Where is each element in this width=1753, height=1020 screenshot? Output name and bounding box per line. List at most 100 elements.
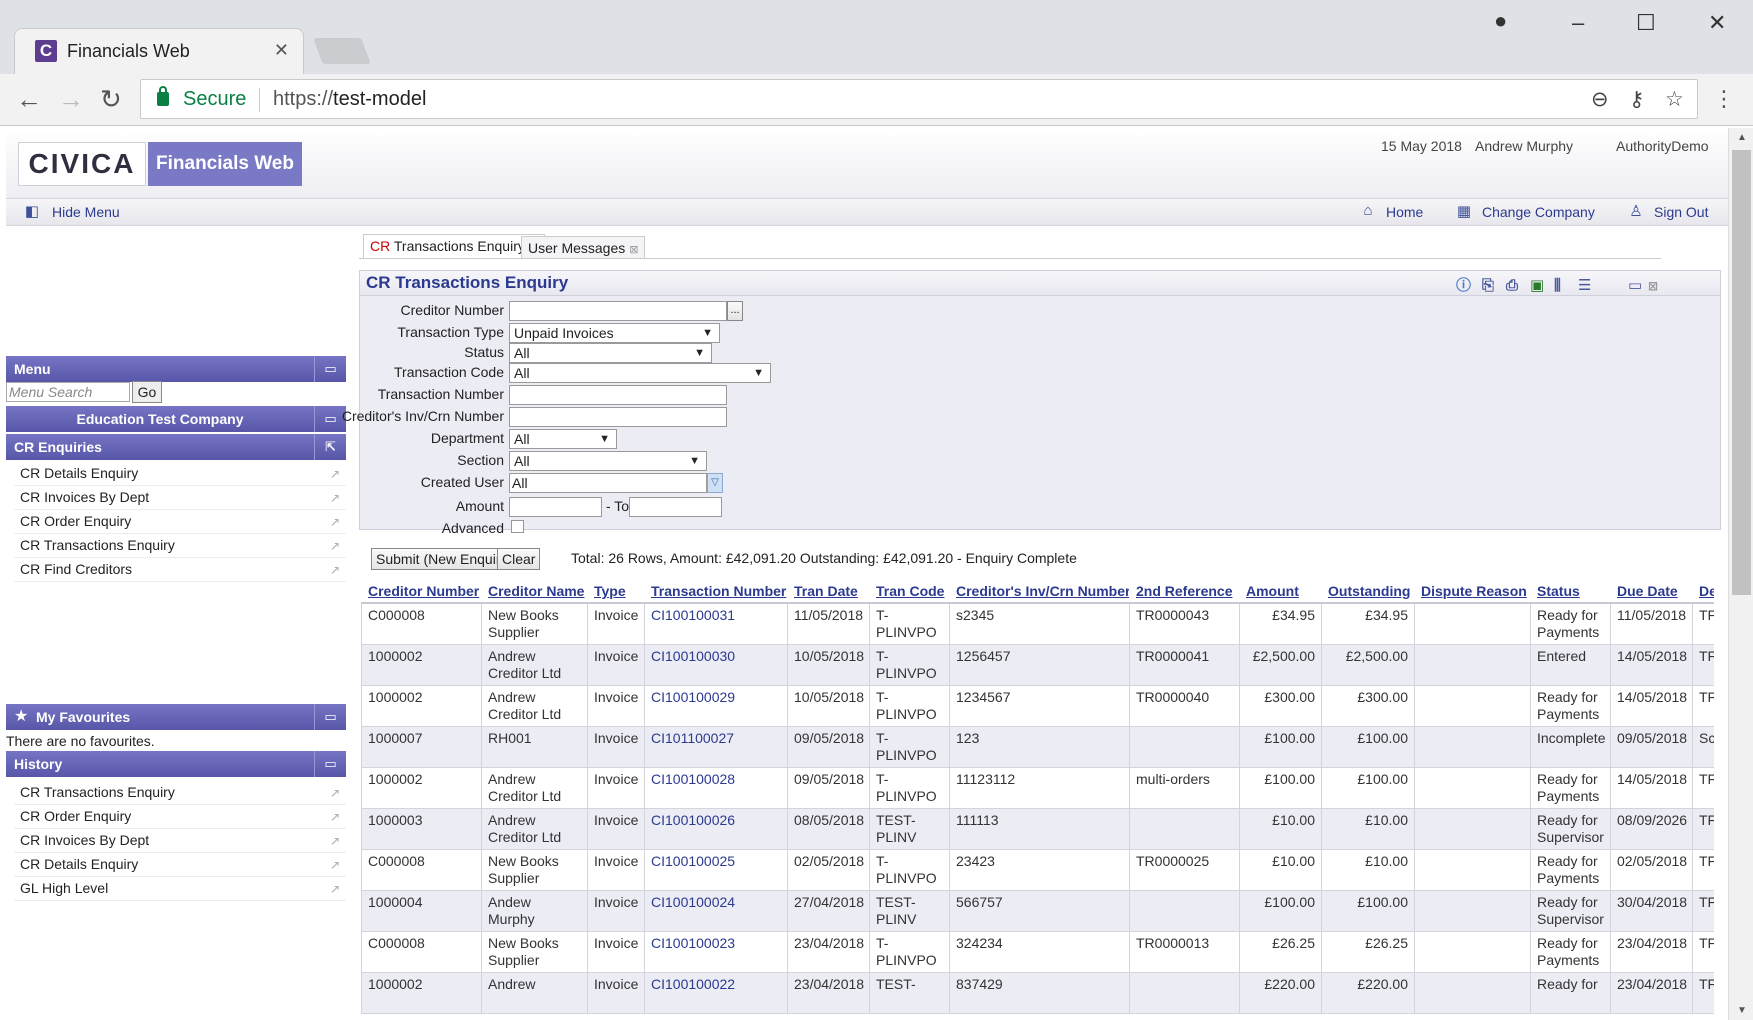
table-row[interactable]: 1000002 Andrew Creditor Ltd Invoice CI10010…: [361, 644, 1714, 686]
history-item-cr-invoices-by-dept[interactable]: CR Invoices By Dept ↗: [14, 829, 346, 853]
tab-user-messages[interactable]: User Messages ⊠: [521, 236, 646, 258]
window-close-icon[interactable]: ✕: [1708, 10, 1726, 36]
department-select[interactable]: All ▼: [509, 429, 617, 449]
filter-toggle-icon[interactable]: ☰: [1578, 274, 1591, 298]
amount-from-input[interactable]: [509, 497, 602, 517]
cr-enquiries-header[interactable]: CR Enquiries ⇱: [6, 434, 346, 460]
history-collapse-icon[interactable]: ▭: [314, 751, 346, 777]
bookmark-star-icon[interactable]: ☆: [1665, 87, 1684, 112]
column-header[interactable]: Due Date: [1610, 580, 1693, 604]
advanced-checkbox[interactable]: [511, 520, 524, 533]
column-header[interactable]: Creditor's Inv/Crn Number: [949, 580, 1130, 604]
transaction-number-link[interactable]: CI100100028: [644, 767, 788, 809]
open-external-icon[interactable]: ↗: [330, 535, 340, 557]
open-external-icon[interactable]: ↗: [330, 559, 340, 581]
company-building-icon[interactable]: ▦: [1454, 202, 1474, 220]
page-scrollbar[interactable]: ▲ ▼: [1728, 128, 1753, 1020]
amount-to-input[interactable]: [629, 497, 722, 517]
transaction-number-link[interactable]: CI100100029: [644, 685, 788, 727]
tab-close-icon[interactable]: ⊠: [629, 244, 638, 256]
menu-item-cr-find-creditors[interactable]: CR Find Creditors ↗: [14, 558, 346, 582]
menu-item-cr-details-enquiry[interactable]: CR Details Enquiry ↗: [14, 462, 346, 486]
reload-icon[interactable]: ↻: [100, 86, 122, 112]
history-item-cr-details-enquiry[interactable]: CR Details Enquiry ↗: [14, 853, 346, 877]
transaction-number-link[interactable]: CI101100027: [644, 726, 788, 768]
transaction-code-select[interactable]: All ▼: [509, 363, 771, 383]
column-header[interactable]: Tran Code: [869, 580, 950, 604]
excel-icon[interactable]: ▣: [1530, 274, 1544, 298]
transaction-type-select[interactable]: Unpaid Invoices ▼: [509, 323, 720, 343]
transaction-number-link[interactable]: CI100100022: [644, 972, 788, 1014]
address-bar[interactable]: Secure https://test-model ⊖ ⚷ ☆: [140, 79, 1698, 119]
transaction-number-input[interactable]: [509, 385, 727, 405]
menu-search-input[interactable]: Menu Search: [6, 382, 130, 402]
tab-close-icon[interactable]: ✕: [274, 40, 289, 61]
scroll-up-icon[interactable]: ▲: [1737, 132, 1747, 143]
export-icon[interactable]: ⎘: [1482, 274, 1494, 298]
open-external-icon[interactable]: ↗: [330, 511, 340, 533]
table-row[interactable]: C000008 New Books Supplier Invoice CI100100…: [361, 602, 1714, 645]
clear-button[interactable]: Clear: [497, 548, 541, 570]
user-filter-icon[interactable]: ▽: [707, 473, 723, 493]
column-header[interactable]: De: [1692, 580, 1714, 604]
column-header[interactable]: Transaction Number: [644, 580, 788, 604]
maximize-icon[interactable]: ☐: [1636, 10, 1656, 36]
menu-search-go-button[interactable]: Go: [132, 381, 162, 403]
transaction-number-link[interactable]: CI100100026: [644, 808, 788, 850]
creditor-lookup-button[interactable]: ...: [727, 301, 743, 321]
open-external-icon[interactable]: ↗: [330, 487, 340, 509]
open-external-icon[interactable]: ↗: [330, 854, 340, 876]
history-item-cr-transactions-enquiry[interactable]: CR Transactions Enquiry ↗: [14, 781, 346, 805]
transaction-number-link[interactable]: CI100100024: [644, 890, 788, 932]
sign-out-link[interactable]: Sign Out: [1654, 204, 1708, 220]
table-row[interactable]: 1000002 Andrew Creditor Ltd Invoice CI10010…: [361, 685, 1714, 727]
transaction-number-link[interactable]: CI100100030: [644, 644, 788, 686]
enquiry-close-icon[interactable]: ⊠: [1648, 274, 1658, 298]
table-row[interactable]: C000008 New Books Supplier Invoice CI100100…: [361, 849, 1714, 891]
open-external-icon[interactable]: ↗: [330, 806, 340, 828]
transaction-number-link[interactable]: CI100100025: [644, 849, 788, 891]
tab-cr-transactions-enquiry[interactable]: CR Transactions Enquiry⊠: [363, 234, 546, 258]
creditor-number-input[interactable]: [509, 301, 727, 321]
sign-out-user-icon[interactable]: ♙: [1626, 202, 1646, 220]
browser-menu-icon[interactable]: ⋮: [1713, 86, 1735, 112]
open-external-icon[interactable]: ↗: [330, 463, 340, 485]
menu-item-cr-invoices-by-dept[interactable]: CR Invoices By Dept ↗: [14, 486, 346, 510]
open-external-icon[interactable]: ↗: [330, 830, 340, 852]
menu-item-cr-transactions-enquiry[interactable]: CR Transactions Enquiry ↗: [14, 534, 346, 558]
table-row[interactable]: C000008 New Books Supplier Invoice CI100100…: [361, 931, 1714, 973]
creditor-inv-input[interactable]: [509, 407, 727, 427]
columns-icon[interactable]: ⫼: [1554, 274, 1561, 298]
browser-tab[interactable]: C Financials Web ✕: [14, 28, 304, 74]
open-external-icon[interactable]: ↗: [330, 878, 340, 900]
table-row[interactable]: 1000004 Andew Murphy Invoice CI100100024 27/…: [361, 890, 1714, 932]
column-header[interactable]: Creditor Name: [481, 580, 588, 604]
column-header[interactable]: Creditor Number: [361, 580, 482, 604]
open-external-icon[interactable]: ↗: [330, 782, 340, 804]
history-item-cr-order-enquiry[interactable]: CR Order Enquiry ↗: [14, 805, 346, 829]
change-company-link[interactable]: Change Company: [1482, 204, 1595, 220]
minimize-icon[interactable]: –: [1572, 10, 1584, 36]
home-link[interactable]: Home: [1386, 204, 1423, 220]
column-header[interactable]: Dispute Reason: [1414, 580, 1531, 604]
url-text[interactable]: https://test-model: [273, 88, 426, 111]
menu-item-cr-order-enquiry[interactable]: CR Order Enquiry ↗: [14, 510, 346, 534]
forward-arrow-icon[interactable]: →: [58, 86, 84, 112]
profile-icon[interactable]: ●: [1494, 8, 1507, 34]
column-header[interactable]: 2nd Reference: [1129, 580, 1240, 604]
column-header[interactable]: Amount: [1239, 580, 1322, 604]
hide-menu-icon[interactable]: ◧: [22, 202, 42, 220]
favourites-collapse-icon[interactable]: ▭: [314, 704, 346, 730]
scrollbar-thumb[interactable]: [1732, 150, 1751, 595]
history-item-gl-high-level[interactable]: GL High Level ↗: [14, 877, 346, 901]
key-icon[interactable]: ⚷: [1629, 87, 1644, 112]
table-row[interactable]: 1000002 Andrew Invoice CI100100022 23/04/201…: [361, 972, 1714, 1014]
table-row[interactable]: 1000007 RH001 Invoice CI101100027 09/05/2018…: [361, 726, 1714, 768]
window-icon[interactable]: ▭: [1628, 274, 1642, 298]
table-row[interactable]: 1000002 Andrew Creditor Ltd Invoice CI10010…: [361, 767, 1714, 809]
transaction-number-link[interactable]: CI100100023: [644, 931, 788, 973]
scroll-down-icon[interactable]: ▼: [1737, 1005, 1747, 1016]
new-tab-button[interactable]: [313, 38, 371, 64]
print-icon[interactable]: ⎙: [1506, 274, 1518, 298]
zoom-icon[interactable]: ⊖: [1591, 87, 1609, 112]
